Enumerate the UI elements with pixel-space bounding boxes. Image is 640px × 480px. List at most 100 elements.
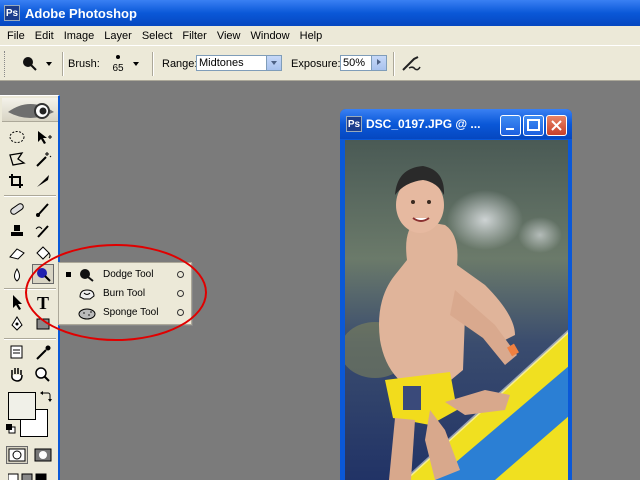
app-title-bar[interactable]: Ps Adobe Photoshop xyxy=(0,0,640,26)
flyout-label-dodge: Dodge Tool xyxy=(103,269,154,280)
options-bar: Brush: 65 Range: Midtones Exposure: 50% xyxy=(0,45,640,81)
zoom-tool-button[interactable] xyxy=(32,364,54,384)
brush-size: 65 xyxy=(112,63,124,74)
default-colors-icon[interactable] xyxy=(6,424,16,434)
stamp-icon xyxy=(11,225,23,236)
type-t-icon: T xyxy=(37,293,49,311)
screen-mode-buttons[interactable] xyxy=(7,472,52,480)
toolbox-header[interactable] xyxy=(2,98,58,122)
clone-stamp-tool-button[interactable] xyxy=(6,221,28,241)
history-brush-icon xyxy=(35,225,49,238)
foreground-color-swatch[interactable] xyxy=(8,392,36,420)
pen-tool-button[interactable] xyxy=(6,314,28,334)
blur-tool-button[interactable] xyxy=(6,265,28,285)
chevron-right-icon[interactable] xyxy=(371,56,386,70)
photo-boy-on-float xyxy=(345,140,568,480)
magic-wand-icon xyxy=(36,152,52,167)
tool-preset-picker[interactable] xyxy=(18,55,58,73)
flyout-label-burn: Burn Tool xyxy=(103,288,146,299)
menu-window[interactable]: Window xyxy=(246,30,295,42)
crop-tool-button[interactable] xyxy=(6,171,28,191)
minimize-icon xyxy=(506,128,514,130)
eraser-tool-button[interactable] xyxy=(6,243,28,263)
brush-label: Brush: xyxy=(68,58,100,70)
maximize-button[interactable] xyxy=(523,115,544,136)
flyout-label-sponge: Sponge Tool xyxy=(103,307,159,318)
flyout-item-sponge[interactable]: Sponge Tool xyxy=(59,303,193,322)
bullet-placeholder xyxy=(66,291,71,296)
brush-dot-icon xyxy=(116,55,120,59)
airbrush-toggle[interactable] xyxy=(400,54,422,74)
slice-tool-button[interactable] xyxy=(32,171,54,191)
flyout-item-burn[interactable]: Burn Tool xyxy=(59,284,193,303)
lasso-tool-button[interactable] xyxy=(6,149,28,169)
sponge-tool-icon xyxy=(77,305,97,321)
range-value: Midtones xyxy=(199,57,244,69)
notes-icon xyxy=(10,345,23,359)
menu-image[interactable]: Image xyxy=(59,30,100,42)
shortcut-circle-icon xyxy=(177,309,184,316)
hand-tool-button[interactable] xyxy=(6,364,28,384)
bullet-placeholder xyxy=(66,310,71,315)
options-grip[interactable] xyxy=(4,51,7,77)
menu-select[interactable]: Select xyxy=(137,30,178,42)
magic-wand-tool-button[interactable] xyxy=(32,149,54,169)
dodge-tool-icon xyxy=(37,268,51,282)
maximize-icon xyxy=(527,119,540,131)
history-brush-tool-button[interactable] xyxy=(32,221,54,241)
quick-mask-icon xyxy=(34,448,52,462)
polygonal-lasso-icon xyxy=(9,152,26,166)
swap-colors-icon[interactable] xyxy=(40,390,52,402)
close-button[interactable] xyxy=(546,115,567,136)
move-tool-button[interactable] xyxy=(32,127,54,147)
image-canvas[interactable] xyxy=(345,140,568,480)
standard-mode-button[interactable] xyxy=(6,446,28,464)
menu-help[interactable]: Help xyxy=(295,30,328,42)
flyout-item-dodge[interactable]: Dodge Tool xyxy=(59,265,193,284)
slice-knife-icon xyxy=(37,175,49,187)
brush-dropdown-arrow-icon[interactable] xyxy=(133,62,139,66)
photoshop-doc-icon: Ps xyxy=(346,116,362,132)
chevron-down-icon[interactable] xyxy=(266,56,281,70)
magnifier-icon xyxy=(35,367,50,382)
airbrush-icon xyxy=(402,56,421,71)
paint-bucket-tool-button[interactable] xyxy=(32,243,54,263)
notes-tool-button[interactable] xyxy=(6,342,28,362)
bandage-icon xyxy=(10,203,24,215)
minimize-button[interactable] xyxy=(500,115,521,136)
toolbox-separator xyxy=(4,195,56,197)
dodge-tool-button[interactable] xyxy=(32,264,54,284)
eyedropper-tool-button[interactable] xyxy=(32,342,54,362)
menu-filter[interactable]: Filter xyxy=(177,30,211,42)
marquee-tool-button[interactable] xyxy=(6,127,28,147)
dodge-tool-icon xyxy=(77,267,97,283)
menu-file[interactable]: File xyxy=(2,30,30,42)
path-select-arrow-icon xyxy=(13,295,22,310)
app-title: Adobe Photoshop xyxy=(25,5,137,21)
standard-mode-icon xyxy=(8,448,26,462)
shape-tool-button[interactable] xyxy=(32,314,54,334)
brush-tool-button[interactable] xyxy=(32,199,54,219)
menu-bar: File Edit Image Layer Select Filter View… xyxy=(0,26,640,45)
options-separator xyxy=(62,52,64,76)
move-icon xyxy=(38,131,52,144)
svg-text:T: T xyxy=(37,293,49,311)
paintbrush-icon xyxy=(36,203,49,217)
close-icon xyxy=(551,120,562,131)
menu-layer[interactable]: Layer xyxy=(99,30,137,42)
healing-brush-tool-button[interactable] xyxy=(6,199,28,219)
paint-bucket-icon xyxy=(36,246,51,260)
quick-mask-button[interactable] xyxy=(32,446,54,464)
type-tool-button[interactable]: T xyxy=(32,292,54,312)
menu-edit[interactable]: Edit xyxy=(30,30,59,42)
exposure-field[interactable]: 50% xyxy=(340,55,387,71)
toolbox: T xyxy=(0,95,60,480)
pen-nib-icon xyxy=(11,316,23,331)
brush-picker[interactable]: 65 xyxy=(108,52,128,78)
tool-flyout-menu: Dodge Tool Burn Tool Sponge Tool xyxy=(58,262,192,325)
document-window: Ps DSC_0197.JPG @ ... xyxy=(340,109,572,480)
menu-view[interactable]: View xyxy=(212,30,246,42)
rectangle-shape-icon xyxy=(36,318,50,330)
range-select[interactable]: Midtones xyxy=(196,55,282,71)
path-selection-tool-button[interactable] xyxy=(6,292,28,312)
